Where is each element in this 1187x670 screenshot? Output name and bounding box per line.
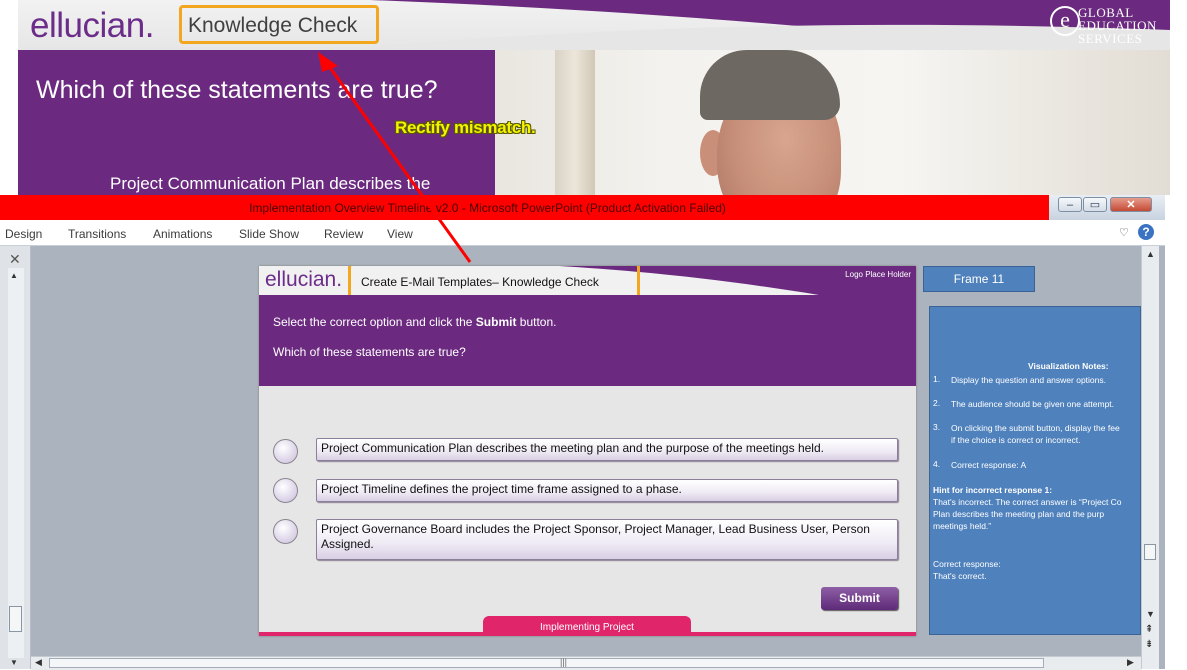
global-education-services-logo: e GLOBAL EDUCATION SERVICES [1044,6,1162,46]
instruction-text: Select the correct option and click the … [273,315,556,329]
frame-label[interactable]: Frame 11 [923,266,1035,292]
note-3-number: 3. [933,422,941,432]
bg-ellucian-logo: ellucian. [30,6,154,45]
instruction-bold: Submit [475,315,517,329]
tab-design[interactable]: Design [5,227,42,241]
maximize-button[interactable]: ▭ [1083,197,1107,212]
tab-transitions[interactable]: Transitions [68,227,126,241]
instruction-pre: Select the correct option and click the [273,315,476,329]
slide-ellucian-logo: ellucian. [265,268,343,291]
correct-text: That's correct. [933,571,987,581]
photo-hair [700,50,840,120]
footer-line [259,632,916,636]
ges-e-icon: e [1050,6,1080,36]
correct-heading: Correct response: [933,559,1001,569]
notes-heading: Visualization Notes: [1028,361,1109,371]
hint-line-2: Plan describes the meeting plan and the … [933,509,1105,519]
note-1-number: 1. [933,374,941,384]
ribbon-tabs: Design Transitions Animations Slide Show… [0,220,1165,246]
bg-option-text: Project Communication Plan describes the [110,174,431,193]
vscroll-thumb[interactable] [1144,544,1156,560]
close-button[interactable]: ✕ [1110,197,1152,212]
note-2-text: The audience should be given one attempt… [951,399,1115,409]
grip-icon: ||| [560,657,568,667]
note-4-number: 4. [933,459,941,469]
pane-close-icon[interactable]: ✕ [9,251,21,268]
bg-slide-title: Knowledge Check [188,14,358,37]
note-2-number: 2. [933,398,941,408]
note-3-text-line2: if the choice is correct or incorrect. [951,435,1081,445]
question-text: Which of these statements are true? [273,345,466,359]
question-panel [259,295,916,386]
slide-title[interactable]: Create E-Mail Templates– Knowledge Check [361,275,599,289]
scroll-up-icon[interactable]: ▲ [10,271,18,280]
tab-review[interactable]: Review [324,227,363,241]
help-icon[interactable]: ? [1138,224,1154,240]
hint-line-1: That's incorrect. The correct answer is … [933,497,1122,507]
hint-heading: Hint for incorrect response 1: [933,485,1053,495]
instruction-post: button. [516,315,557,329]
tab-animations[interactable]: Animations [153,227,212,241]
hint-line-3: meetings held.” [933,521,992,531]
vertical-scrollbar[interactable]: ▲ ▼ ⇞ ⇟ [1141,246,1159,669]
note-3-text: On clicking the submit button, display t… [951,423,1120,433]
option-3-box[interactable]: Project Governance Board includes the Pr… [316,519,898,560]
slide[interactable]: ellucian. Create E-Mail Templates– Knowl… [259,266,916,636]
visualization-notes[interactable]: Visualization Notes: 1. Display the ques… [929,306,1141,635]
hscroll-thumb[interactable]: ||| [49,657,1044,668]
previous-slide-icon[interactable]: ⇞ [1145,624,1153,635]
slides-pane: ✕ ▲ ▼ [0,246,31,669]
window-title: Implementation Overview Timeline v2.0 - … [249,201,726,215]
annotation-label: Rectify mismatch. [395,118,536,137]
hscroll-left-icon[interactable]: ◀ [35,657,42,668]
option-1-box[interactable]: Project Communication Plan describes the… [316,438,898,461]
option-2-box[interactable]: Project Timeline defines the project tim… [316,479,898,502]
option-1-radio[interactable] [273,439,298,464]
titlebar-controls: – ▭ ✕ [1049,195,1165,220]
note-1-text: Display the question and answer options. [951,375,1106,385]
right-margin [1165,195,1187,669]
tab-view[interactable]: View [387,227,413,241]
vscroll-down-icon[interactable]: ▼ [1146,609,1155,619]
pane-scroll-thumb[interactable] [9,606,22,632]
pane-scrollbar[interactable] [8,268,24,658]
ribbon-collapse-icon[interactable]: ♡ [1119,226,1129,239]
tab-slide-show[interactable]: Slide Show [239,227,299,241]
minimize-button[interactable]: – [1058,197,1082,212]
scroll-down-icon[interactable]: ▼ [10,658,18,667]
next-slide-icon[interactable]: ⇟ [1145,639,1153,650]
ges-line-3: SERVICES [1078,31,1143,46]
bg-question-text: Which of these statements are true? [36,76,438,104]
horizontal-scrollbar[interactable]: ◀ ||| ▶ [31,656,1141,670]
logo-placeholder: Logo Place Holder [845,270,911,279]
submit-button[interactable]: Submit [821,587,898,610]
option-2-radio[interactable] [273,478,298,503]
window-titlebar: Implementation Overview Timeline v2.0 - … [0,195,1049,220]
option-3-radio[interactable] [273,519,298,544]
note-4-text: Correct response: A [951,460,1027,470]
hscroll-right-icon[interactable]: ▶ [1127,657,1134,668]
vscroll-up-icon[interactable]: ▲ [1146,249,1155,259]
